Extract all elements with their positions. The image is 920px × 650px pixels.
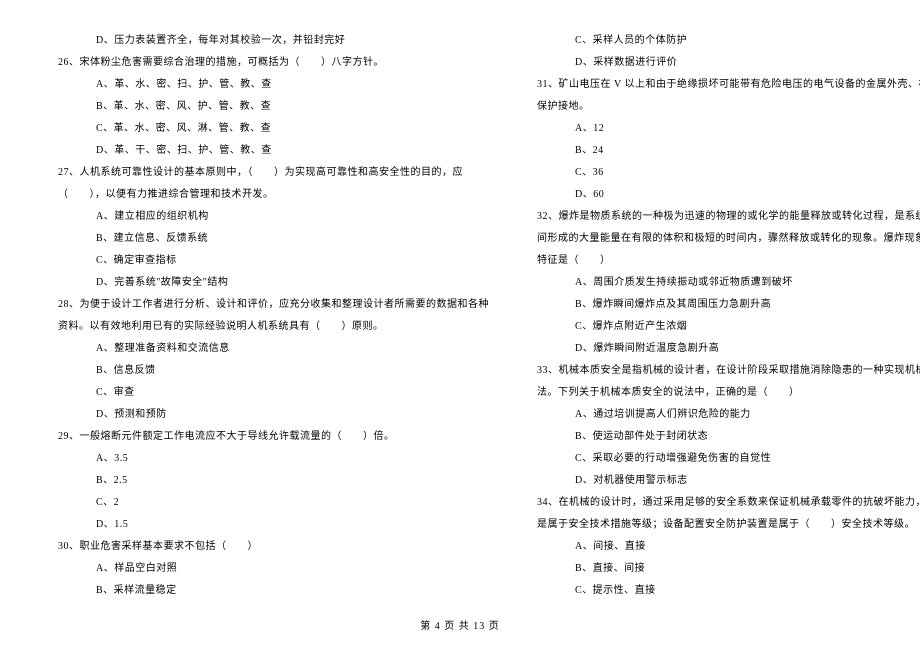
right-column: C、采样人员的个体防护D、采样数据进行评价31、矿山电压在 V 以上和由于绝缘损… xyxy=(519,30,920,602)
text-line: 31、矿山电压在 V 以上和由于绝缘损坏可能带有危险电压的电气设备的金属外壳、构… xyxy=(519,74,920,96)
text-line: 27、人机系统可靠性设计的基本原则中，（ ）为实现高可靠性和高安全性的目的，应 xyxy=(40,162,489,184)
text-line: 资料。以有效地利用已有的实际经验说明人机系统具有（ ）原则。 xyxy=(40,316,489,338)
text-line: 28、为便于设计工作者进行分析、设计和评价，应充分收集和整理设计者所需要的数据和… xyxy=(40,294,489,316)
text-line: B、革、水、密、风、护、管、教、查 xyxy=(40,96,489,118)
text-line: B、爆炸瞬间爆炸点及其周围压力急剧升高 xyxy=(519,294,920,316)
text-line: 保护接地。 xyxy=(519,96,920,118)
text-line: B、采样流量稳定 xyxy=(40,580,489,602)
text-line: B、使运动部件处于封闭状态 xyxy=(519,426,920,448)
text-line: 29、一般熔断元件额定工作电流应不大于导线允许载流量的（ ）倍。 xyxy=(40,426,489,448)
text-line: 30、职业危害采样基本要求不包括（ ） xyxy=(40,536,489,558)
text-line: A、样品空白对照 xyxy=(40,558,489,580)
text-line: 间形成的大量能量在有限的体积和极短的时间内，骤然释放或转化的现象。爆炸现象最主要… xyxy=(519,228,920,250)
text-line: A、整理准备资料和交流信息 xyxy=(40,338,489,360)
text-line: C、采样人员的个体防护 xyxy=(519,30,920,52)
text-line: 是属于安全技术措施等级；设备配置安全防护装置是属于（ ）安全技术等级。 xyxy=(519,514,920,536)
text-line: 32、爆炸是物质系统的一种极为迅速的物理的或化学的能量释放或转化过程，是系统蕴藏… xyxy=(519,206,920,228)
text-line: C、36 xyxy=(519,162,920,184)
text-line: C、采取必要的行动增强避免伤害的自觉性 xyxy=(519,448,920,470)
text-line: A、革、水、密、扫、护、管、教、查 xyxy=(40,74,489,96)
text-line: 34、在机械的设计时，通过采用足够的安全系数来保证机械承载零件的抗破坏能力，这个… xyxy=(519,492,920,514)
text-line: B、24 xyxy=(519,140,920,162)
text-line: A、间接、直接 xyxy=(519,536,920,558)
text-line: B、信息反馈 xyxy=(40,360,489,382)
text-line: C、革、水、密、风、淋、管、教、查 xyxy=(40,118,489,140)
text-line: D、1.5 xyxy=(40,514,489,536)
text-line: D、完善系统"故障安全"结构 xyxy=(40,272,489,294)
text-line: C、审查 xyxy=(40,382,489,404)
page-footer: 第 4 页 共 13 页 xyxy=(0,617,920,632)
text-line: D、爆炸瞬间附近温度急剧升高 xyxy=(519,338,920,360)
text-line: C、爆炸点附近产生浓烟 xyxy=(519,316,920,338)
text-line: D、预测和预防 xyxy=(40,404,489,426)
text-line: B、直接、间接 xyxy=(519,558,920,580)
text-line: C、确定审查指标 xyxy=(40,250,489,272)
text-line: C、提示性、直接 xyxy=(519,580,920,602)
text-line: 法。下列关于机械本质安全的说法中，正确的是（ ） xyxy=(519,382,920,404)
text-line: C、2 xyxy=(40,492,489,514)
text-line: A、建立相应的组织机构 xyxy=(40,206,489,228)
text-line: 33、机械本质安全是指机械的设计者，在设计阶段采取措施消除隐患的一种实现机械安全… xyxy=(519,360,920,382)
text-line: D、60 xyxy=(519,184,920,206)
text-line: A、周围介质发生持续振动或邻近物质遭到破坏 xyxy=(519,272,920,294)
text-line: A、3.5 xyxy=(40,448,489,470)
text-line: B、2.5 xyxy=(40,470,489,492)
text-line: A、12 xyxy=(519,118,920,140)
text-line: B、建立信息、反馈系统 xyxy=(40,228,489,250)
text-line: 26、宋体粉尘危害需要综合治理的措施，可概括为（ ）八字方针。 xyxy=(40,52,489,74)
text-line: 特征是（ ） xyxy=(519,250,920,272)
text-line: D、对机器使用警示标志 xyxy=(519,470,920,492)
left-column: D、压力表装置齐全，每年对其校验一次，并铅封完好26、宋体粉尘危害需要综合治理的… xyxy=(40,30,489,602)
document-page: D、压力表装置齐全，每年对其校验一次，并铅封完好26、宋体粉尘危害需要综合治理的… xyxy=(0,0,920,602)
text-line: （ ），以便有力推进综合管理和技术开发。 xyxy=(40,184,489,206)
text-line: D、压力表装置齐全，每年对其校验一次，并铅封完好 xyxy=(40,30,489,52)
text-line: A、通过培训提高人们辨识危险的能力 xyxy=(519,404,920,426)
text-line: D、采样数据进行评价 xyxy=(519,52,920,74)
text-line: D、革、干、密、扫、护、管、教、查 xyxy=(40,140,489,162)
